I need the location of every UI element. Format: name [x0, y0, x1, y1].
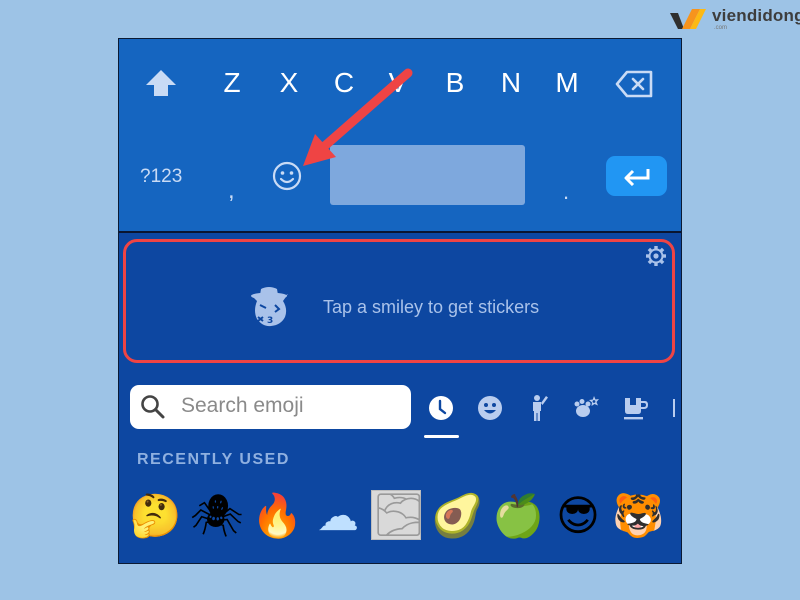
emoji-cloud[interactable]: ☁	[312, 490, 364, 542]
tabs-scroll-edge	[673, 399, 675, 417]
emoji-sunglasses-face[interactable]: 😎	[552, 490, 604, 542]
gear-icon	[646, 246, 666, 266]
selected-tab-indicator	[424, 435, 459, 438]
sticker-prompt-highlight: 3 Tap a smiley to get stickers	[123, 239, 675, 363]
tab-food-drink[interactable]	[621, 393, 651, 423]
enter-return-icon	[624, 169, 649, 186]
key-x[interactable]: X	[269, 67, 309, 99]
key-v[interactable]: V	[378, 67, 418, 99]
smiley-icon	[478, 396, 502, 420]
comma-key[interactable]: ,	[228, 177, 235, 205]
tab-animals-nature[interactable]	[573, 393, 603, 423]
svg-text:3: 3	[267, 316, 273, 326]
recently-used-heading: RECENTLY USED	[137, 451, 290, 468]
key-c[interactable]: C	[324, 67, 364, 99]
emoji-green-apple[interactable]: 🍏	[492, 490, 544, 542]
smiley-face-icon	[272, 161, 302, 191]
enter-key[interactable]	[606, 156, 667, 196]
search-icon	[141, 395, 165, 419]
sticker-prompt-message: Tap a smiley to get stickers	[323, 297, 540, 317]
emoji-fire[interactable]: 🔥	[251, 490, 303, 542]
emoji-search-input[interactable]: Search emoji	[130, 385, 411, 429]
sticker-illustration: 3	[245, 281, 293, 329]
tab-smileys[interactable]	[475, 393, 505, 423]
emoji-fog[interactable]: 🌫	[371, 490, 425, 540]
emoji-key[interactable]	[271, 160, 303, 192]
brand-name: viendidong	[712, 6, 800, 25]
person-waving-icon	[533, 395, 548, 421]
backspace-icon	[615, 70, 653, 98]
cowboy-sticker-icon: 3	[251, 287, 288, 327]
keyboard-letters-area: Z X C V B N M ?123 , .	[119, 39, 681, 233]
emoji-avocado[interactable]: 🥑	[431, 490, 483, 542]
brand-domain: .com	[714, 25, 728, 31]
search-placeholder: Search emoji	[181, 394, 304, 417]
key-b[interactable]: B	[435, 67, 475, 99]
tab-people[interactable]	[524, 393, 554, 423]
viendidong-logo: viendidong .com	[668, 4, 800, 34]
settings-button[interactable]	[644, 244, 670, 270]
spacebar-key[interactable]	[330, 145, 525, 205]
key-z[interactable]: Z	[212, 67, 252, 99]
backspace-key[interactable]	[615, 69, 655, 101]
shift-key[interactable]	[143, 67, 183, 101]
brand-mark-icon	[668, 7, 708, 31]
emoji-thinking-face[interactable]: 🤔	[129, 490, 181, 542]
keyboard-screenshot-frame: Z X C V B N M ?123 , . 3 Tap a smiley to…	[118, 38, 682, 564]
symbols-key[interactable]: ?123	[140, 166, 182, 188]
coffee-cup-icon	[624, 398, 648, 420]
clock-icon	[429, 396, 453, 420]
emoji-spider[interactable]: 🕷	[190, 490, 243, 542]
period-key[interactable]: .	[563, 179, 569, 205]
bear-paw-flower-icon	[574, 396, 599, 417]
key-n[interactable]: N	[491, 67, 531, 99]
key-m[interactable]: M	[547, 67, 587, 99]
shift-arrow-up-icon	[146, 70, 176, 96]
emoji-tiger-face[interactable]: 🐯	[612, 490, 664, 542]
tab-recent[interactable]	[426, 393, 456, 423]
